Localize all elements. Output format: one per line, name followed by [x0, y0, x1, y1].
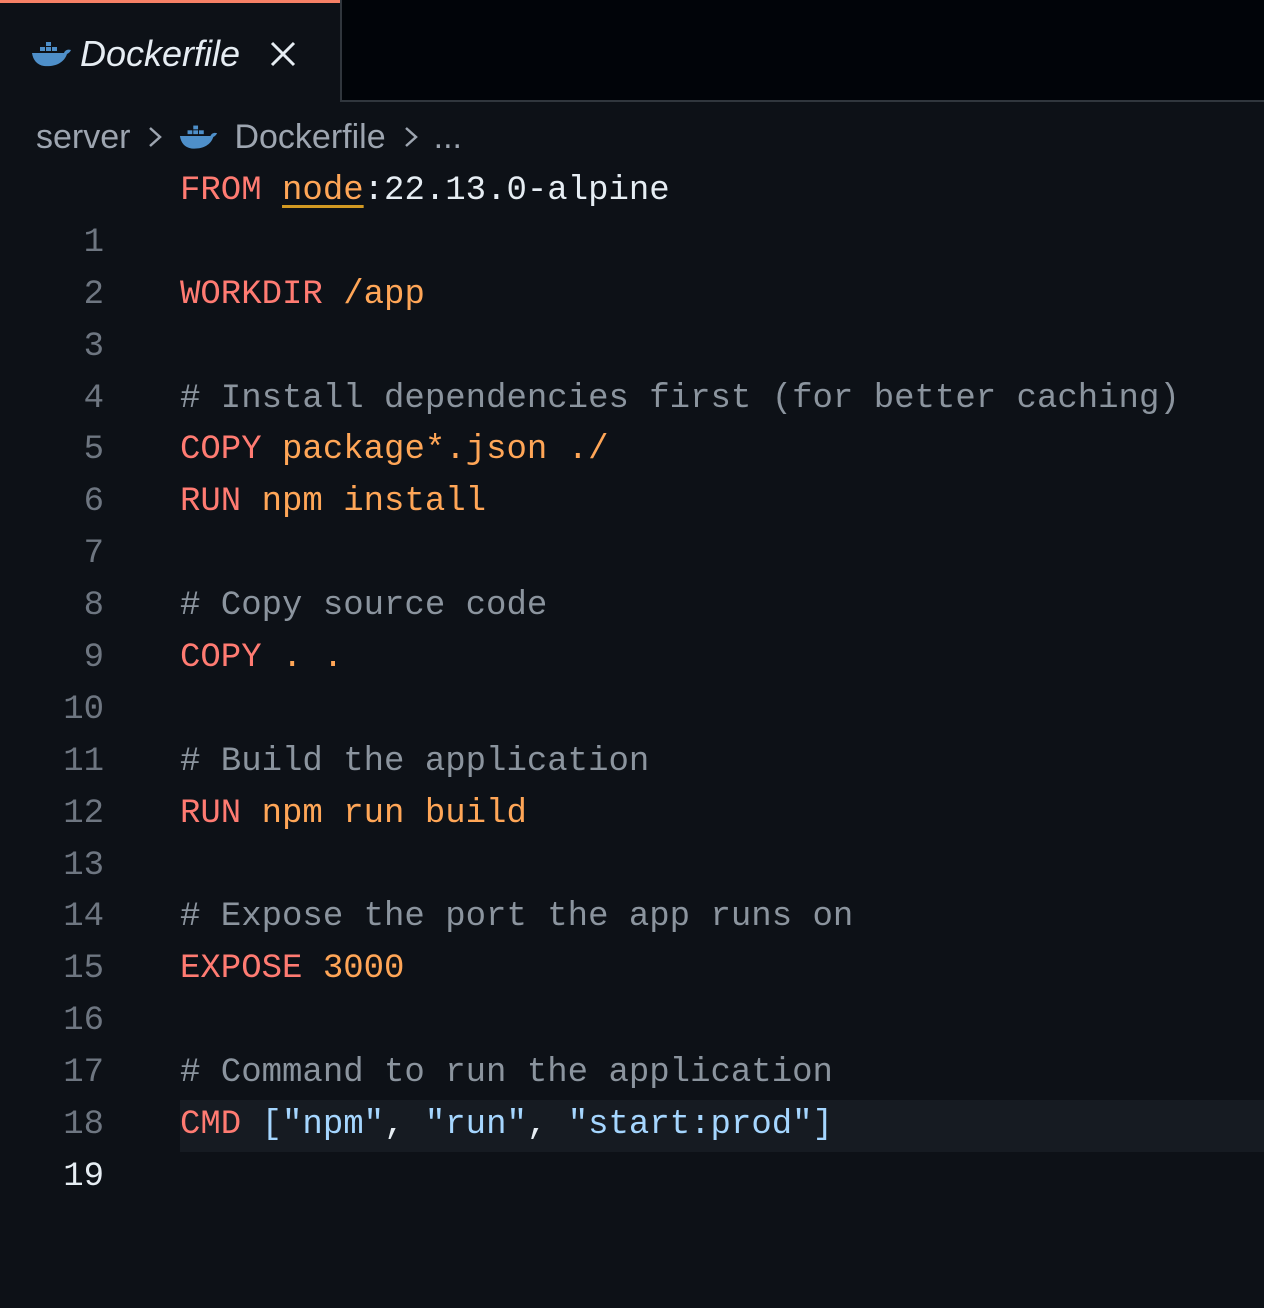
argument: npm install	[261, 483, 487, 522]
line-content: COPY package*.json ./	[180, 425, 1264, 477]
breadcrumb-more[interactable]: ...	[434, 118, 462, 157]
code-line: 6 COPY package*.json ./	[0, 425, 1264, 521]
tab-divider	[340, 0, 342, 102]
code-line: 4	[0, 322, 1264, 418]
argument: /app	[343, 275, 425, 314]
argument: . .	[282, 639, 344, 678]
keyword: EXPOSE	[180, 950, 303, 989]
line-content: CMD ["npm", "run", "start:prod"]	[180, 1100, 1264, 1152]
string: "start:prod"	[567, 1106, 813, 1145]
line-number: 19	[63, 1157, 104, 1196]
tab-title: Dockerfile	[80, 32, 241, 74]
code-line: 9 # Copy source code	[0, 581, 1264, 677]
string: "npm"	[282, 1106, 385, 1145]
image-tag: :22.13.0-alpine	[363, 172, 670, 210]
comment: # Copy source code	[180, 587, 548, 626]
code-line: 2	[0, 218, 1264, 314]
comment: # Build the application	[180, 742, 650, 781]
chevron-right-icon	[404, 127, 418, 147]
string: "run"	[424, 1106, 527, 1145]
keyword: RUN	[180, 483, 242, 522]
code-line: 11	[0, 685, 1264, 781]
tabbar-border	[340, 100, 1264, 102]
bracket: ]	[812, 1106, 833, 1145]
code-line: 18 # Command to run the application	[0, 1048, 1264, 1144]
code-line: 16 EXPOSE 3000	[0, 944, 1264, 1040]
code-line: 14	[0, 841, 1264, 936]
line-content: WORKDIR /app	[180, 270, 1264, 322]
tab-bar: Dockerfile	[0, 0, 1264, 104]
bracket: [	[261, 1106, 283, 1145]
keyword: COPY	[180, 431, 262, 470]
line-content: EXPOSE 3000	[180, 944, 1264, 996]
code-line: 12 # Build the application	[0, 737, 1264, 833]
argument: npm run build	[261, 794, 527, 833]
keyword: COPY	[180, 639, 262, 678]
code-line: 13 RUN npm run build	[0, 789, 1264, 885]
keyword: RUN	[180, 794, 242, 833]
argument: package*.json ./	[282, 431, 609, 470]
code-line: 17	[0, 996, 1264, 1092]
code-line: 5 # Install dependencies first (for bett…	[0, 374, 1264, 470]
code-line: 15 # Expose the port the app runs on	[0, 892, 1264, 988]
chevron-right-icon	[149, 127, 163, 147]
keyword: FROM	[180, 172, 262, 210]
code-line: 10 COPY . .	[0, 633, 1264, 729]
code-line-active: 19 CMD ["npm", "run", "start:prod"]	[0, 1100, 1264, 1196]
base-image[interactable]: node	[282, 172, 364, 210]
line-content: # Build the application	[180, 737, 1264, 789]
line-content: # Command to run the application	[180, 1048, 1264, 1100]
code-line: 3 WORKDIR /app	[0, 270, 1264, 366]
argument: 3000	[322, 950, 405, 989]
code-line: 7 RUN npm install	[0, 477, 1264, 573]
line-content: COPY . .	[180, 633, 1264, 685]
line-content: FROM node:22.13.0-alpine	[180, 166, 1264, 218]
keyword: WORKDIR	[180, 275, 323, 314]
docker-icon	[180, 125, 218, 149]
code-editor[interactable]: 1 FROM node:22.13.0-alpine 2 3 WORKDIR /…	[0, 166, 1264, 1196]
comment: # Expose the port the app runs on	[180, 898, 854, 937]
separator: ,	[526, 1106, 568, 1145]
docker-icon	[32, 41, 71, 66]
line-content: RUN npm install	[180, 477, 1264, 529]
line-content: # Copy source code	[180, 581, 1264, 633]
comment: # Command to run the application	[180, 1054, 833, 1093]
breadcrumb-folder[interactable]: server	[36, 118, 130, 157]
line-content: # Expose the port the app runs on	[180, 892, 1264, 944]
keyword: CMD	[180, 1106, 242, 1145]
code-line: 1 FROM node:22.13.0-alpine	[0, 166, 1264, 262]
line-content: RUN npm run build	[180, 789, 1264, 841]
line-content: # Install dependencies first (for better…	[180, 374, 1264, 426]
separator: ,	[384, 1106, 425, 1145]
breadcrumb: server Dockerfile ...	[36, 112, 462, 162]
comment: # Install dependencies first (for better…	[180, 379, 1180, 418]
tab-dockerfile[interactable]: Dockerfile	[0, 0, 340, 104]
breadcrumb-file[interactable]: Dockerfile	[234, 118, 385, 157]
close-icon[interactable]	[268, 39, 298, 69]
code-line: 8	[0, 529, 1264, 625]
